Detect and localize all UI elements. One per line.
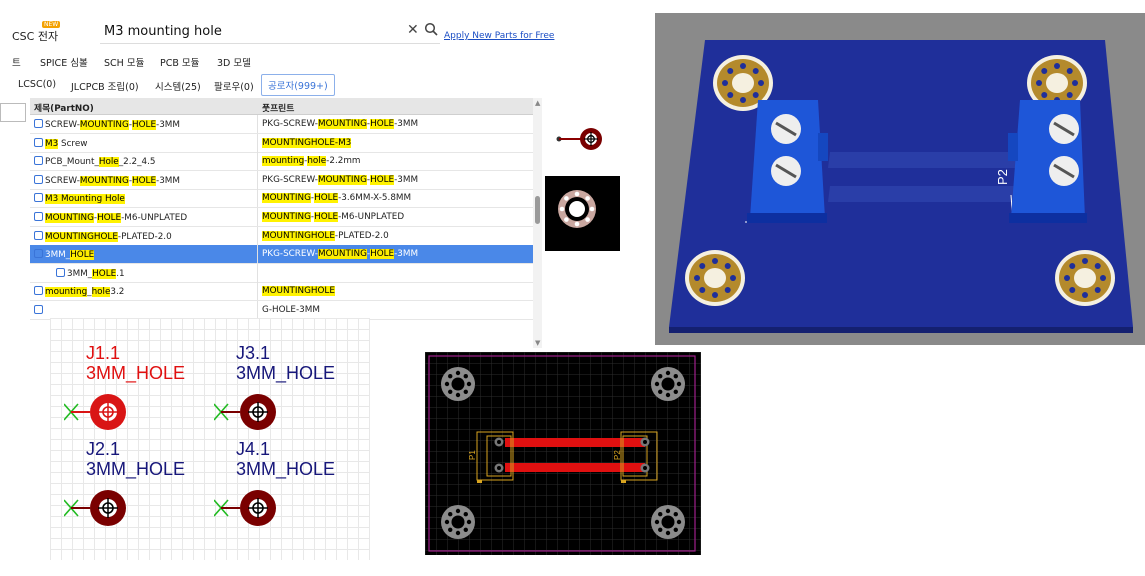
category-tab-pcb[interactable]: PCB 모듈 bbox=[160, 55, 199, 69]
table-row[interactable]: 3MM_HOLE PKG-SCREW-MOUNTING-HOLE-3MM bbox=[30, 245, 537, 265]
mounting-hole-symbol[interactable] bbox=[63, 488, 144, 532]
component-icon bbox=[34, 249, 43, 259]
footprint-cell: MOUNTINGHOLE-PLATED-2.0 bbox=[262, 230, 389, 241]
3d-label-p2: P2 bbox=[995, 169, 1010, 185]
component-icon bbox=[34, 137, 43, 147]
component-icon bbox=[34, 156, 43, 166]
table-row[interactable]: M3 Screw MOUNTINGHOLE-M3 bbox=[30, 133, 537, 153]
column-header-title[interactable]: 제목(PartNO) bbox=[34, 101, 94, 114]
part-name-cell: SCREW-MOUNTING-HOLE-3MM bbox=[34, 119, 180, 130]
mounting-hole-symbol[interactable] bbox=[63, 392, 144, 436]
mounting-hole-pad bbox=[651, 367, 685, 401]
search-input[interactable]: M3 mounting hole bbox=[104, 24, 222, 39]
footprint-cell: MOUNTING-HOLE-M6-UNPLATED bbox=[262, 212, 405, 222]
mounting-hole-pad bbox=[441, 367, 475, 401]
part-name-cell: 3MM_HOLE.1 bbox=[56, 267, 125, 279]
part-value: 3MM_HOLE bbox=[236, 459, 336, 479]
mounting-hole-pad bbox=[651, 505, 685, 539]
footprint-cell: PKG-SCREW-MOUNTING-HOLE-3MM bbox=[262, 119, 419, 129]
pcb-label-p1: P1 bbox=[468, 450, 477, 460]
pcb-label-p2: P2 bbox=[613, 450, 622, 460]
mounting-hole-pad bbox=[441, 505, 475, 539]
table-row[interactable]: PCB_Mount_Hole_2.2_4.5 mounting-hole-2.2m… bbox=[30, 152, 537, 172]
category-tab-sch[interactable]: SCH 모듈 bbox=[104, 55, 144, 69]
mounting-hole-3d bbox=[1055, 250, 1115, 306]
schematic-canvas[interactable]: J1.1 3MM_HOLE J3.1 3MM_HOLE J2.1 3MM_HOLE J4.1… bbox=[50, 318, 370, 560]
component-icon bbox=[34, 212, 43, 221]
results-table: 제목(PartNO) 풋프린트 SCREW-MOUNTING-HOLE-3MM P… bbox=[30, 98, 537, 348]
component-icon bbox=[34, 230, 43, 240]
component-icon bbox=[34, 286, 43, 296]
category-tab[interactable]: 트 bbox=[12, 55, 21, 69]
pcb-2d-view[interactable]: P1 P2 bbox=[425, 352, 701, 555]
part-name-cell: SCREW-MOUNTING-HOLE-3MM bbox=[34, 174, 180, 186]
component-icon bbox=[34, 119, 43, 128]
component-icon bbox=[56, 267, 65, 277]
part-value: 3MM_HOLE bbox=[86, 459, 186, 479]
part-name-cell: M3 Mounting Hole bbox=[34, 193, 125, 205]
table-row[interactable]: MOUNTING-HOLE-M6-UNPLATED MOUNTING-HOLE-M… bbox=[30, 208, 537, 227]
table-row[interactable]: M3 Mounting Hole MOUNTING-HOLE-3.6MM-X-5.… bbox=[30, 189, 537, 209]
tab-contributors[interactable]: 공로자(999+) bbox=[261, 74, 335, 96]
part-designator: J2.1 bbox=[86, 439, 121, 459]
footprint-cell: MOUNTINGHOLE bbox=[262, 286, 335, 297]
table-row[interactable]: SCREW-MOUNTING-HOLE-3MM PKG-SCREW-MOUNTIN… bbox=[30, 115, 537, 134]
search-underline bbox=[100, 43, 440, 44]
apply-new-parts-link[interactable]: Apply New Parts for Free bbox=[444, 31, 554, 41]
footprint-cell: mounting-hole-2.2mm bbox=[262, 156, 361, 167]
search-icon[interactable] bbox=[424, 22, 438, 40]
tab-system[interactable]: 시스템(25) bbox=[155, 79, 201, 93]
part-name-cell: M3 Screw bbox=[34, 137, 87, 149]
tab-follow[interactable]: 팔로우(0) bbox=[214, 79, 254, 93]
category-tab-3d[interactable]: 3D 모델 bbox=[217, 55, 251, 69]
source-label[interactable]: CSC 전자 NEW bbox=[12, 21, 61, 44]
library-panel: CSC 전자 NEW M3 mounting hole ✕ Apply New … bbox=[0, 0, 625, 350]
close-icon[interactable]: ✕ bbox=[407, 22, 419, 38]
part-designator: J1.1 bbox=[86, 343, 121, 363]
footprint-preview[interactable] bbox=[545, 176, 620, 251]
part-name-cell: 3MM_HOLE bbox=[34, 249, 95, 261]
part-value: 3MM_HOLE bbox=[236, 363, 336, 383]
part-designator: J3.1 bbox=[236, 343, 271, 363]
component-icon bbox=[34, 193, 43, 203]
part-name-cell: PCB_Mount_Hole_2.2_4.5 bbox=[34, 156, 156, 168]
part-name-cell: MOUNTING-HOLE-M6-UNPLATED bbox=[34, 212, 187, 223]
tab-jlcpcb[interactable]: JLCPCB 조립(0) bbox=[71, 79, 139, 93]
table-row[interactable]: SCREW-MOUNTING-HOLE-3MM PKG-SCREW-MOUNTIN… bbox=[30, 170, 537, 190]
footprint-cell: PKG-SCREW-MOUNTING-HOLE-3MM bbox=[262, 174, 419, 185]
category-tab-spice[interactable]: SPICE 심볼 bbox=[40, 55, 88, 69]
part-value: 3MM_HOLE bbox=[86, 363, 186, 383]
table-row[interactable]: mounting_hole3.2 MOUNTINGHOLE bbox=[30, 282, 537, 302]
part-designator: J4.1 bbox=[236, 439, 271, 459]
table-row[interactable]: 3MM_HOLE.1 bbox=[30, 263, 537, 283]
mounting-hole-3d bbox=[685, 250, 745, 306]
new-badge: NEW bbox=[42, 21, 61, 28]
mounting-hole-symbol[interactable] bbox=[213, 392, 294, 436]
part-name-cell: mounting_hole3.2 bbox=[34, 286, 124, 298]
mounting-hole-symbol[interactable] bbox=[213, 488, 294, 532]
part-name-cell: MOUNTINGHOLE-PLATED-2.0 bbox=[34, 230, 172, 242]
symbol-preview[interactable] bbox=[545, 98, 620, 176]
footprint-cell: MOUNTING-HOLE-3.6MM-X-5.8MM bbox=[262, 193, 412, 204]
part-name-cell bbox=[34, 305, 45, 316]
footprint-cell: G-HOLE-3MM bbox=[262, 305, 320, 315]
component-icon bbox=[34, 174, 43, 184]
footprint-cell: MOUNTINGHOLE-M3 bbox=[262, 137, 352, 148]
footprint-cell: PKG-SCREW-MOUNTING-HOLE-3MM bbox=[262, 249, 419, 260]
column-header-footprint[interactable]: 풋프린트 bbox=[262, 101, 294, 114]
component-icon bbox=[34, 305, 43, 314]
board-3d-view[interactable]: P2 bbox=[655, 13, 1145, 345]
left-input-stub[interactable] bbox=[0, 103, 26, 122]
table-row[interactable]: MOUNTINGHOLE-PLATED-2.0 MOUNTINGHOLE-PLAT… bbox=[30, 226, 537, 246]
tab-lcsc[interactable]: LCSC(0) bbox=[18, 79, 56, 90]
scrollbar-thumb[interactable] bbox=[535, 196, 540, 224]
table-header: 제목(PartNO) 풋프린트 bbox=[30, 98, 537, 115]
